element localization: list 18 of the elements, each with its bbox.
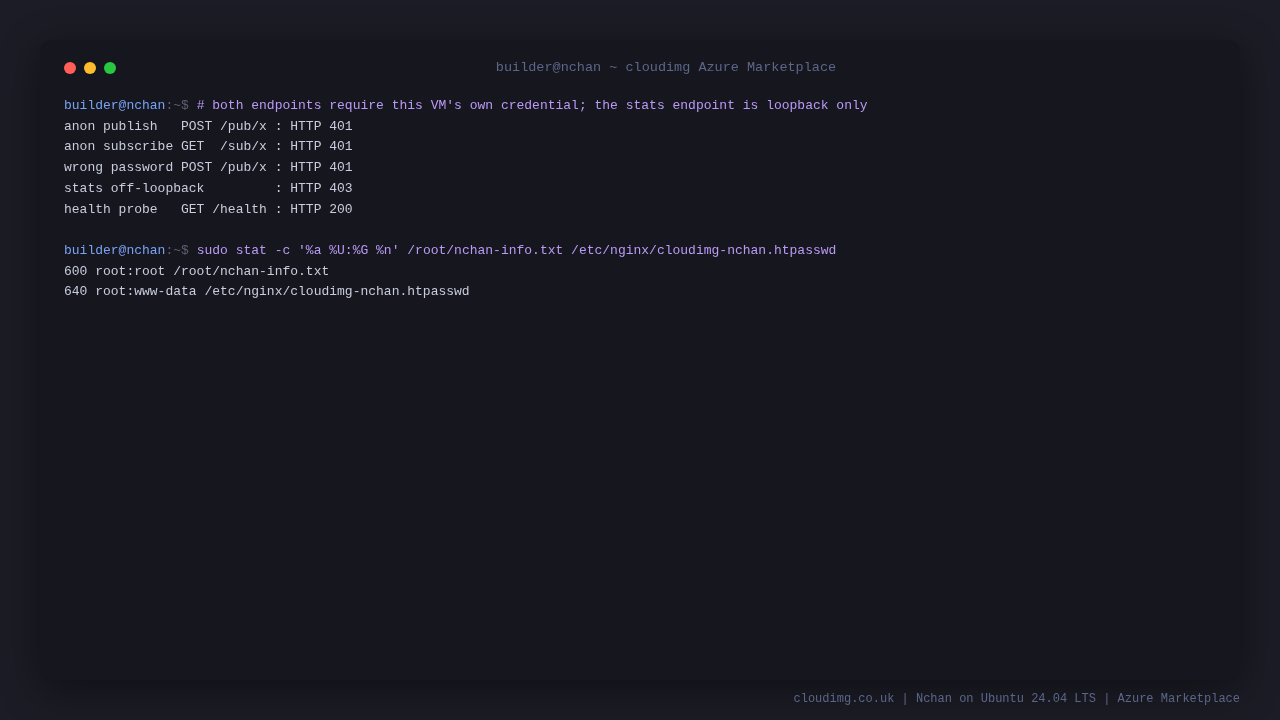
prompt-user: builder@nchan [64,98,166,113]
output-line: 640 root:www-data /etc/nginx/cloudimg-nchan.htpasswd [64,284,470,300]
command-text: # both endpoints require this VM's own credential; the stats endpoint is loopback only [196,98,868,113]
output-line: anon publish POST /pub/x : HTTP 401 [64,118,353,134]
command-text: sudo stat -c '%a %U:%G %n' /root/nchan-info.txt /etc/nginx/cloudimg-nchan.htpasswd [196,242,837,258]
minimize-button[interactable] [84,62,96,74]
window-title: builder@nchan ~ cloudimg Azure Marketplace [494,58,838,77]
close-button[interactable] [64,62,76,74]
output-line: 600 root:root /root/nchan-info.txt [64,263,330,279]
output-line: wrong password POST /pub/x : HTTP 401 [64,160,353,176]
prompt-path: :~$ [165,98,189,113]
output-line: anon subscribe GET /sub/x : HTTP 401 [64,139,353,155]
output-line: health probe GET /health : HTTP 200 [64,201,353,217]
output-line: stats off-loopback : HTTP 403 [64,180,353,196]
prompt-path: :~$ [165,242,189,258]
maximize-button[interactable] [104,62,116,74]
prompt-user: builder@nchan [64,242,166,258]
footer-text: cloudimg.co.uk | Nchan on Ubuntu 24.04 LTS | Azure Marketplace [793,692,1240,706]
